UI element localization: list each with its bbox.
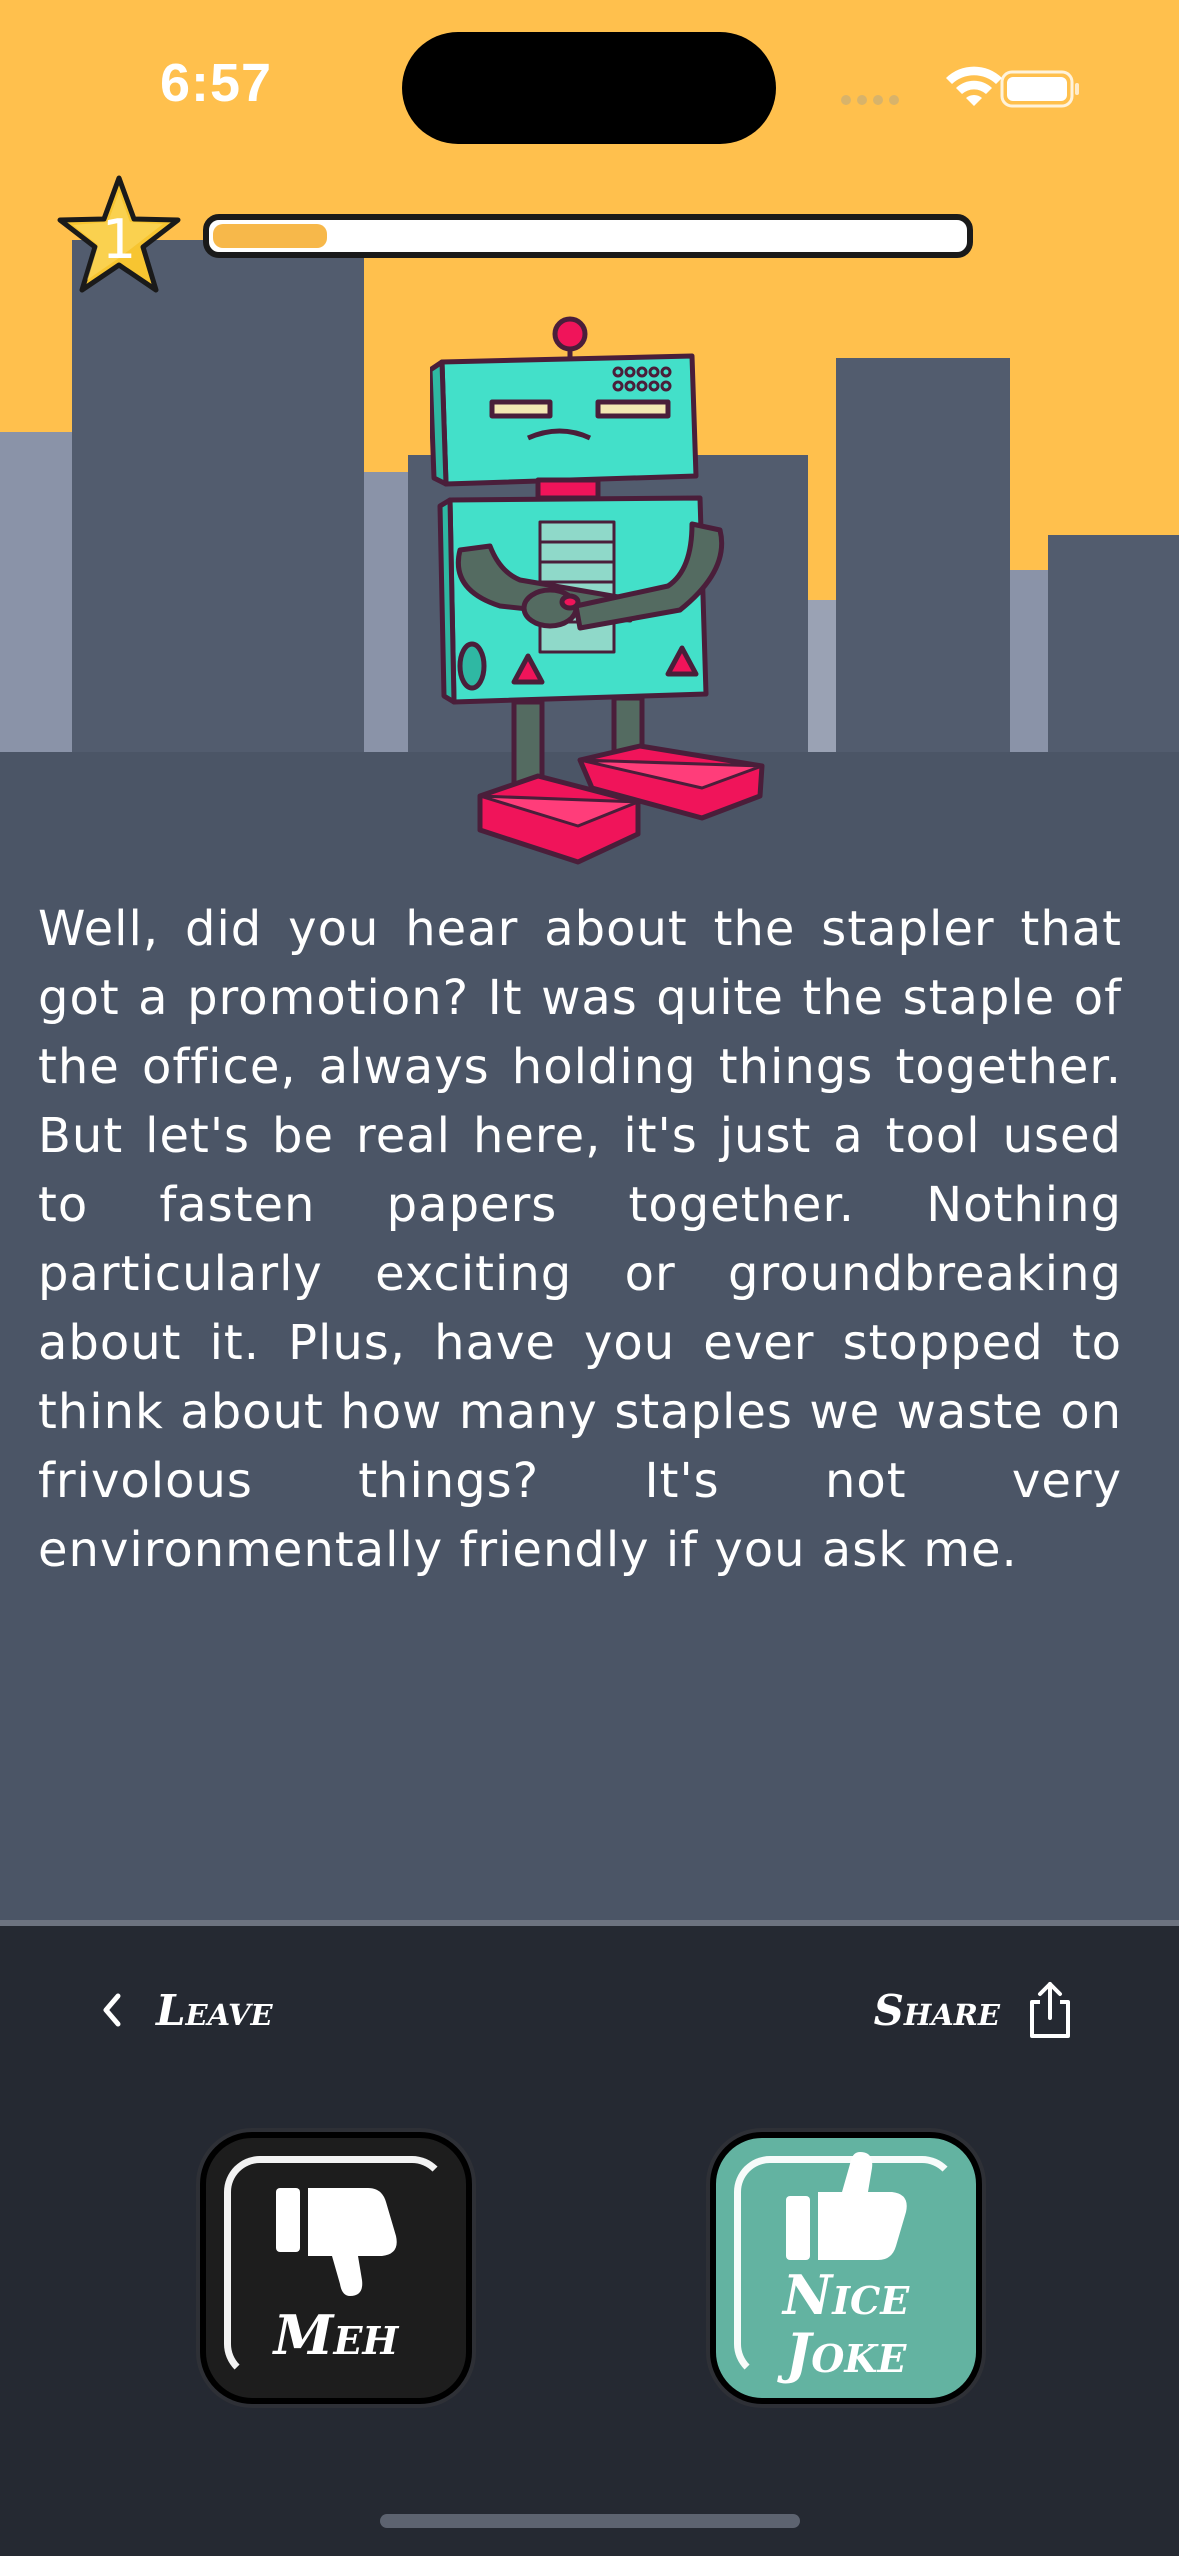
- leave-button[interactable]: Leave: [100, 1975, 273, 2045]
- cellular-signal-icon: [841, 95, 899, 105]
- meh-label: Meh: [273, 2303, 399, 2367]
- thumbs-down-icon: [276, 2188, 397, 2296]
- nice-joke-button[interactable]: Nice Joke: [710, 2132, 982, 2404]
- share-icon: [1030, 1982, 1070, 2038]
- level-star-icon: 1: [55, 172, 183, 300]
- dynamic-island: [402, 32, 776, 144]
- status-time: 6:57: [160, 53, 273, 113]
- robot-character-illustration: [430, 316, 765, 865]
- wifi-icon: [946, 66, 1002, 106]
- thumbs-up-icon: [786, 2152, 907, 2260]
- battery-icon: [1000, 70, 1079, 108]
- level-number: 1: [102, 208, 136, 271]
- home-indicator: [380, 2514, 800, 2528]
- status-icons: [840, 60, 1080, 116]
- joke-progress-bar: [203, 214, 973, 258]
- progress-fill: [213, 224, 327, 248]
- nice-joke-label: Nice Joke: [782, 2263, 910, 2385]
- leave-label: Leave: [156, 1985, 273, 2035]
- share-label: Share: [873, 1985, 1000, 2035]
- chevron-left-icon: [103, 1993, 121, 2027]
- share-button[interactable]: Share: [874, 1972, 1074, 2048]
- joke-text: Well, did you hear about the stapler tha…: [38, 901, 1122, 1578]
- meh-button[interactable]: Meh: [200, 2132, 472, 2404]
